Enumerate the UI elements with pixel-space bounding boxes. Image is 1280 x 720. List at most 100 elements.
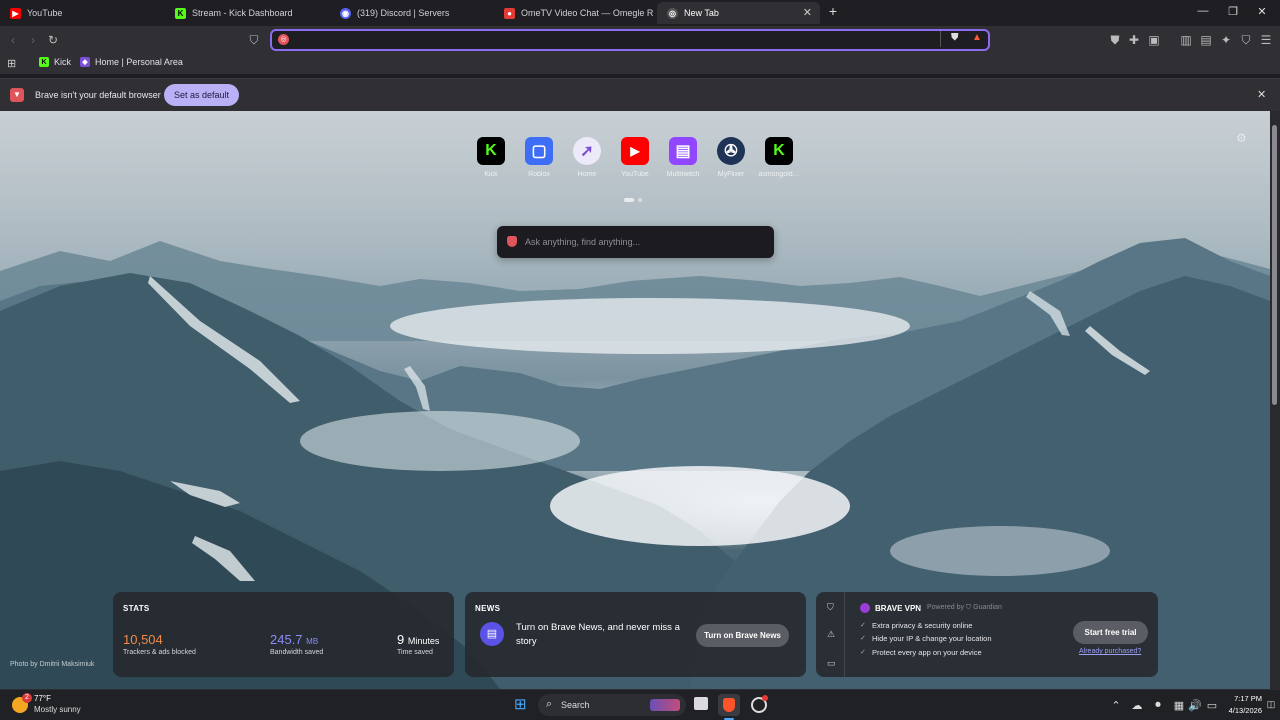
card-icon[interactable]: ▭	[827, 658, 836, 669]
taskbar: 2 77°F Mostly sunny ⊞ ⌕ Search ⌃ ☁ ⏺ ▦ 🔊…	[0, 689, 1280, 720]
bookmark-home-personal-area[interactable]: ◆ Home | Personal Area	[80, 57, 183, 67]
brave-icon: ▼	[10, 88, 24, 102]
tab-youtube[interactable]: ▶ YouTube	[0, 2, 165, 24]
warning-icon[interactable]: ⚠	[827, 629, 835, 640]
windows-start-icon[interactable]: ⊞	[514, 697, 530, 713]
top-site-youtube[interactable]: ▶ YouTube	[615, 137, 655, 178]
apps-icon[interactable]: ⊞	[7, 57, 16, 70]
close-window-icon[interactable]: ✕	[1255, 5, 1269, 18]
sidebar-icon[interactable]: ▥	[1179, 33, 1193, 47]
battery-icon[interactable]: ▭	[1205, 699, 1219, 712]
customize-gear-icon[interactable]: ⚙	[1236, 131, 1247, 145]
notification-dot	[762, 695, 768, 701]
guardian-icon: ⛉	[965, 604, 972, 611]
ntp-search-box[interactable]	[497, 226, 774, 258]
time-saved-value: 9 Minutes	[397, 632, 439, 647]
page-scrollbar[interactable]	[1270, 111, 1280, 689]
brave-taskbar-button[interactable]	[718, 694, 740, 716]
shield-icon[interactable]: ⛊	[1108, 33, 1122, 47]
vpn-icon[interactable]: ⛉	[1239, 33, 1253, 47]
start-free-trial-button[interactable]: Start free trial	[1073, 621, 1148, 644]
tab-title: (319) Discord | Servers	[357, 8, 450, 18]
twitch-icon: ▤	[669, 137, 697, 165]
bookmarks-bar: ⊞ K Kick ◆ Home | Personal Area	[0, 54, 1280, 74]
top-site-home[interactable]: ➚ Home	[567, 137, 607, 178]
top-site-roblox[interactable]: ▢ Roblox	[519, 137, 559, 178]
bandwidth-unit: MB	[306, 637, 319, 646]
menu-icon[interactable]: ☰	[1259, 33, 1273, 47]
search-highlight-icon	[650, 699, 680, 711]
taskbar-search[interactable]: ⌕ Search	[538, 694, 686, 716]
tab-discord[interactable]: ◉ (319) Discord | Servers	[330, 2, 495, 24]
reload-icon[interactable]: ↻	[46, 33, 60, 47]
brave-icon	[507, 236, 517, 247]
ometv-icon: ●	[504, 7, 515, 19]
ntp-search-input[interactable]	[525, 235, 755, 249]
forward-icon[interactable]: ›	[26, 33, 40, 47]
youtube-icon: ▶	[621, 137, 649, 165]
back-icon[interactable]: ‹	[6, 33, 20, 47]
top-site-multitwitch[interactable]: ▤ Multitwitch	[663, 137, 703, 178]
powered-by-text: Powered by	[927, 604, 964, 611]
top-site-kick[interactable]: K Kick	[471, 137, 511, 178]
extensions-icon[interactable]: ✚	[1127, 33, 1141, 47]
weather-widget[interactable]: 2 77°F Mostly sunny	[12, 693, 122, 719]
set-as-default-button[interactable]: Set as default	[164, 84, 239, 106]
reading-list-icon[interactable]: ▤	[1199, 33, 1213, 47]
vpn-shield-icon[interactable]: ⛉	[827, 602, 834, 613]
default-browser-infobar: ▼ Brave isn't your default browser Set a…	[0, 78, 1280, 111]
address-bar[interactable]: ◎ ⛊ ▲	[270, 29, 990, 51]
kick-icon: K	[477, 137, 505, 165]
clock-time[interactable]: 7:17 PM	[1224, 694, 1262, 703]
close-infobar-icon[interactable]: ✕	[1257, 88, 1266, 101]
search-engine-icon[interactable]: ◎	[278, 34, 289, 45]
bandwidth-saved-value: 245.7 MB	[270, 632, 318, 647]
rocket-icon: ➚	[573, 137, 601, 165]
check-icon: ✓	[860, 649, 866, 656]
bandwidth-saved-label: Bandwidth saved	[270, 649, 324, 656]
top-site-asmongold[interactable]: K asmongold…	[758, 137, 800, 178]
search-icon: ⌕	[546, 698, 553, 710]
page-indicator-dot[interactable]	[624, 198, 634, 202]
network-icon[interactable]: ▦	[1172, 699, 1186, 712]
time-unit: Minutes	[407, 636, 440, 646]
powered-by-brand: Guardian	[973, 604, 1002, 611]
time-saved-label: Time saved	[397, 649, 433, 656]
stats-card: STATS 10,504 Trackers & ads blocked 245.…	[113, 592, 454, 677]
chevron-up-icon[interactable]: ⌃	[1109, 699, 1123, 712]
bookmark-label: Kick	[54, 57, 72, 67]
clock-date[interactable]: 4/13/2026	[1224, 706, 1262, 715]
notifications-icon[interactable]: ◫	[1264, 699, 1278, 710]
vpn-feature: Hide your IP & change your location	[872, 634, 992, 643]
photo-credit[interactable]: Photo by Dmitrii Maksimiuk	[10, 661, 94, 668]
minimize-icon[interactable]: —	[1196, 5, 1210, 17]
wallet-icon[interactable]: ▣	[1147, 33, 1161, 47]
trackers-blocked-value: 10,504	[123, 632, 163, 647]
new-tab-button[interactable]: +	[826, 3, 840, 19]
tab-title: Stream - Kick Dashboard	[192, 8, 293, 18]
tab-ometv[interactable]: ● OmeTV Video Chat — Omegle R	[494, 2, 654, 24]
scrollbar-thumb[interactable]	[1272, 125, 1277, 405]
tab-kick-dashboard[interactable]: K Stream - Kick Dashboard	[165, 2, 330, 24]
leo-ai-icon[interactable]: ✦	[1219, 33, 1233, 47]
brave-rewards-icon[interactable]: ▲	[972, 32, 982, 43]
bookmark-icon[interactable]: ⛉	[247, 33, 261, 47]
microphone-icon[interactable]: ⏺	[1151, 699, 1165, 712]
url-input[interactable]	[296, 33, 936, 47]
cloud-icon[interactable]: ☁	[1130, 699, 1144, 712]
bookmark-kick[interactable]: K Kick	[39, 57, 71, 67]
youtube-icon: ▶	[10, 7, 21, 19]
top-site-myflixer[interactable]: ✇ MyFlixer	[711, 137, 751, 178]
vpn-title: BRAVE VPN	[875, 604, 922, 613]
already-purchased-link[interactable]: Already purchased?	[1079, 648, 1141, 655]
close-tab-icon[interactable]: ✕	[803, 6, 812, 19]
tab-new-tab[interactable]: ◎ New Tab ✕	[657, 2, 820, 24]
brave-shields-icon[interactable]: ⛊	[951, 32, 959, 43]
weather-badge: 2	[22, 693, 32, 703]
task-view-icon[interactable]	[694, 697, 708, 710]
news-title: NEWS	[475, 604, 501, 613]
restore-icon[interactable]: ❐	[1226, 5, 1240, 18]
volume-icon[interactable]: 🔊	[1188, 699, 1202, 712]
page-indicator-dot[interactable]	[638, 198, 642, 202]
turn-on-brave-news-button[interactable]: Turn on Brave News	[696, 624, 789, 647]
